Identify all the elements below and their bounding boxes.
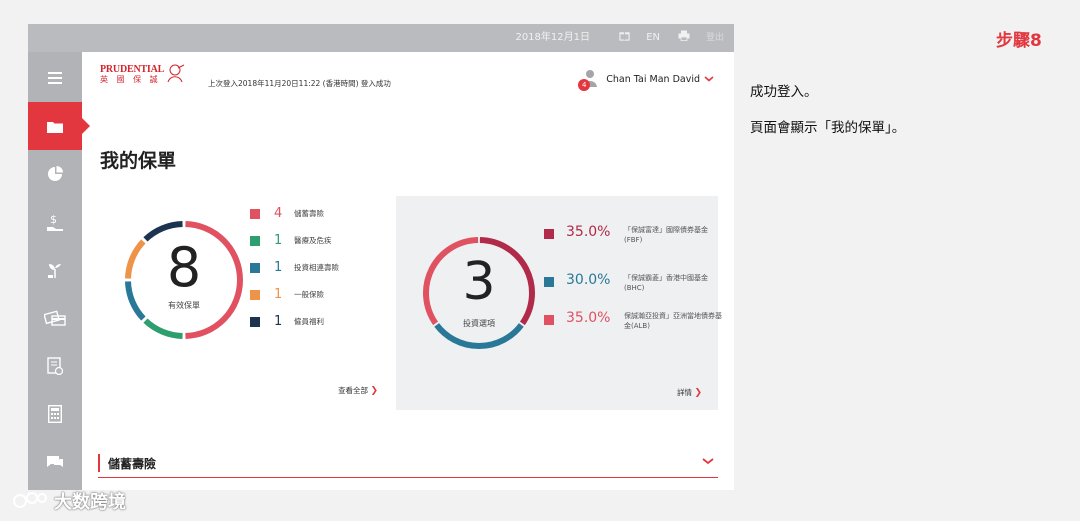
sidebar-item-policies[interactable] (28, 102, 90, 150)
card-icon (44, 310, 66, 326)
sidebar-item-messages[interactable] (28, 438, 82, 486)
fund-swatch (544, 277, 554, 287)
fund-percent: 35.0% (566, 224, 611, 240)
top-bar: 2018年12月1日 EN 登出 (28, 24, 734, 52)
legend-count: 4 (274, 206, 283, 221)
page-title: 我的保單 (100, 150, 177, 172)
fund-percent: 30.0% (566, 272, 611, 288)
legend-count: 1 (274, 287, 283, 302)
plant-icon (48, 264, 61, 278)
investment-summary-card: 3 投資選項 35.0% 「保誠富達」國際債券基金(FBF) 30.0% 「保誠… (396, 196, 722, 410)
fund-item[interactable]: 35.0% 「保誠富達」國際債券基金(FBF) (544, 224, 724, 245)
chevron-down-icon (704, 74, 714, 85)
legend-label: 一般保險 (294, 290, 324, 299)
legend-swatch (250, 262, 260, 273)
logout-link[interactable]: 登出 (706, 24, 724, 52)
sidebar: $ (28, 52, 90, 490)
app-window: 2018年12月1日 EN 登出 $ PRUDENTIAL 英 國 保 誠 上次… (28, 24, 734, 490)
section-accent (98, 454, 100, 472)
legend-count: 1 (274, 314, 283, 329)
prudential-logo[interactable]: PRUDENTIAL 英 國 保 誠 (100, 64, 185, 85)
document-check-icon (47, 357, 63, 375)
sidebar-item-cards[interactable] (28, 294, 82, 342)
fund-item[interactable]: 30.0% 「保誠霸菱」香港中國基金(BHC) (544, 272, 724, 293)
section-header-savings[interactable]: 儲蓄壽險 (98, 450, 718, 478)
fund-item[interactable]: 35.0% 保誠瀚亞投資」亞洲當地債券基金(ALB) (544, 310, 724, 331)
svg-text:$: $ (50, 213, 57, 226)
fund-name: 「保誠富達」國際債券基金(FBF) (624, 226, 708, 244)
logo-text-zh: 英 國 保 誠 (100, 75, 161, 84)
legend-item[interactable]: 1 一般保險 (250, 287, 324, 302)
legend-count: 1 (274, 260, 283, 275)
fund-swatch (544, 315, 554, 325)
watermark-logo-icon (13, 492, 47, 508)
legend-label: 儲蓄壽險 (294, 209, 324, 218)
instruction-line-2: 頁面會顯示「我的保單」。 (750, 120, 906, 136)
gift-icon[interactable] (619, 24, 630, 52)
sidebar-item-payments[interactable]: $ (28, 198, 82, 246)
policy-summary-card: 8 有效保單 4 儲蓄壽險 1 醫療及危疾 1 投資相連壽險 1 一般保險 1 … (98, 198, 394, 408)
legend-item[interactable]: 1 僱員福利 (250, 314, 324, 329)
details-label: 詳情 (677, 388, 693, 397)
user-name: Chan Tai Man David (606, 73, 700, 85)
legend-swatch (250, 289, 260, 300)
policy-total: 8 (166, 236, 202, 299)
calculator-icon (48, 405, 62, 423)
sidebar-item-calculator[interactable] (28, 390, 82, 438)
fund-name: 保誠瀚亞投資」亞洲當地債券基金(ALB) (624, 312, 722, 330)
chat-icon (47, 456, 63, 467)
policy-total-label: 有效保單 (168, 301, 200, 310)
fund-name: 「保誠霸菱」香港中國基金(BHC) (624, 274, 708, 292)
print-icon[interactable] (678, 24, 690, 52)
investment-total: 3 (462, 252, 496, 312)
legend-item[interactable]: 4 儲蓄壽險 (250, 206, 324, 221)
pie-chart-icon (48, 166, 63, 181)
legend-label: 僱員福利 (294, 317, 324, 326)
investment-total-label: 投資選項 (463, 319, 495, 328)
fund-swatch (544, 229, 554, 239)
step-label: 步驟8 (996, 31, 1042, 51)
current-date: 2018年12月1日 (515, 32, 590, 43)
legend-swatch (250, 316, 260, 327)
details-link[interactable]: 詳情 ❯ (677, 387, 702, 398)
language-switch[interactable]: EN (646, 24, 660, 52)
sidebar-item-claims[interactable] (28, 342, 82, 390)
legend-label: 醫療及危疾 (294, 236, 332, 245)
watermark: 大数跨境 (12, 488, 126, 514)
chevron-right-icon: ❯ (370, 386, 378, 396)
menu-icon[interactable] (28, 54, 82, 102)
legend-count: 1 (274, 233, 283, 248)
prudence-figure-icon (167, 64, 185, 83)
legend-label: 投資相連壽險 (294, 263, 339, 272)
instruction-line-1: 成功登入。 (750, 84, 818, 100)
money-hand-icon: $ (47, 213, 63, 231)
fund-percent: 35.0% (566, 310, 611, 326)
legend-item[interactable]: 1 醫療及危疾 (250, 233, 332, 248)
donut-segment (143, 318, 183, 339)
legend-swatch (250, 235, 260, 246)
legend-item[interactable]: 1 投資相連壽險 (250, 260, 339, 275)
avatar: 4 (578, 68, 600, 91)
sidebar-item-investments[interactable] (28, 150, 82, 198)
section-title: 儲蓄壽險 (108, 457, 157, 471)
legend-swatch (250, 208, 260, 219)
main-content: PRUDENTIAL 英 國 保 誠 上次登入2018年11月20日11:22 … (82, 52, 734, 490)
last-login-text: 上次登入2018年11月20日11:22 (香港時間) 登入成功 (208, 79, 391, 88)
chevron-down-icon (702, 454, 714, 468)
user-menu[interactable]: 4 Chan Tai Man David (578, 68, 714, 91)
chevron-right-icon: ❯ (694, 388, 702, 398)
watermark-text: 大数跨境 (54, 492, 126, 513)
sidebar-item-growth[interactable] (28, 246, 82, 294)
folder-icon (47, 121, 63, 133)
view-all-label: 查看全部 (338, 386, 369, 395)
view-all-link[interactable]: 查看全部 ❯ (338, 385, 378, 396)
